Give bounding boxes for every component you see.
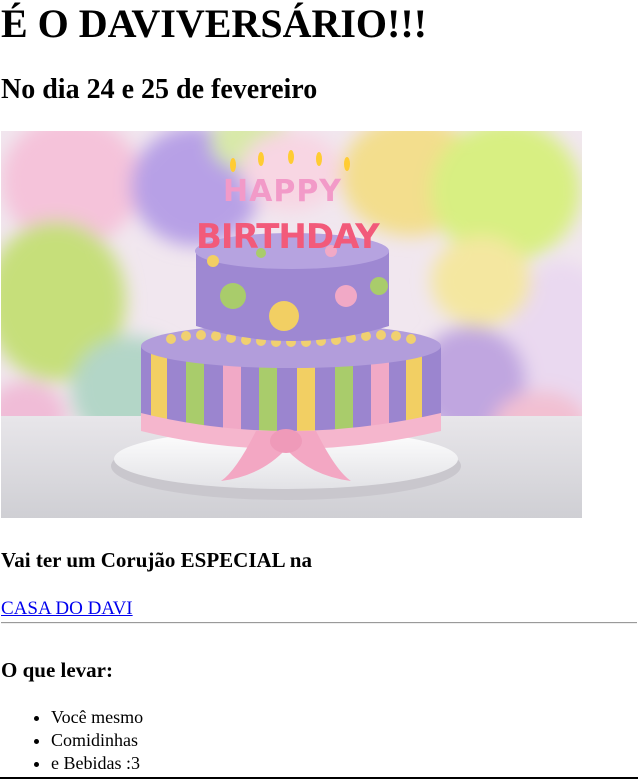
list-item: Você mesmo bbox=[51, 706, 143, 729]
invite-text: Vai ter um Corujão ESPECIAL na bbox=[1, 548, 312, 572]
topper-happy: HAPPY bbox=[223, 174, 342, 209]
list-item: e Bebidas :3 bbox=[51, 752, 143, 775]
date-subtitle: No dia 24 e 25 de fevereiro bbox=[1, 74, 318, 105]
birthday-cake-image: HAPPY BIRTHDAY bbox=[1, 131, 582, 518]
bring-list: Você mesmo Comidinhas e Bebidas :3 bbox=[0, 706, 143, 775]
bring-heading: O que levar: bbox=[1, 658, 113, 682]
page-title: É O DAVIVERSÁRIO!!! bbox=[1, 1, 427, 46]
topper-birthday: BIRTHDAY bbox=[196, 217, 380, 257]
location-link[interactable]: CASA DO DAVI bbox=[1, 597, 133, 621]
divider bbox=[1, 622, 637, 624]
list-item: Comidinhas bbox=[51, 729, 143, 752]
